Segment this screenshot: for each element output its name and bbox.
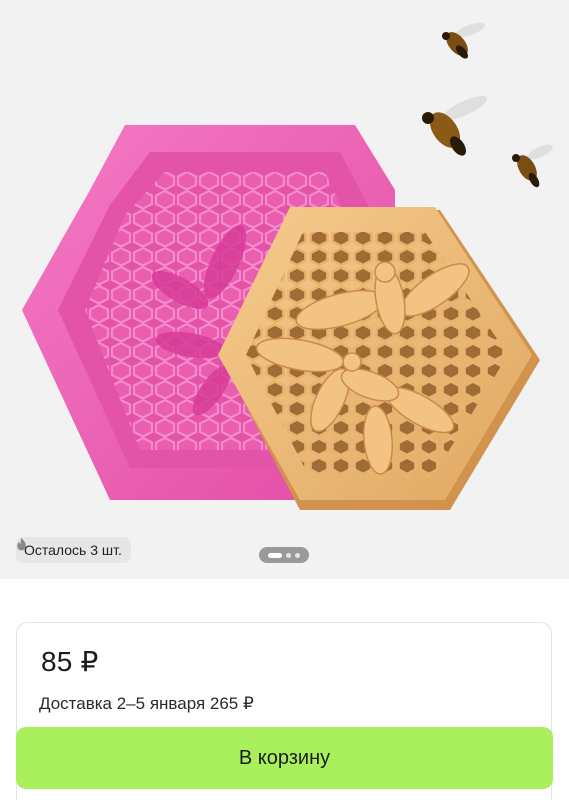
delivery-info: Доставка 2–5 января 265 ₽ bbox=[39, 694, 254, 713]
pagination-dot[interactable] bbox=[286, 552, 291, 558]
bee-2 bbox=[422, 96, 487, 156]
stock-label: Осталось 3 шт. bbox=[24, 542, 122, 558]
gallery-pagination[interactable] bbox=[259, 547, 309, 563]
product-photo bbox=[22, 22, 553, 510]
bee-1 bbox=[442, 22, 486, 59]
bee-3 bbox=[512, 144, 553, 188]
stock-badge: Осталось 3 шт. bbox=[16, 537, 131, 563]
pagination-dot[interactable] bbox=[295, 552, 300, 558]
fire-icon bbox=[17, 537, 26, 551]
pagination-dot-active[interactable] bbox=[268, 552, 282, 558]
product-image-gallery[interactable]: Осталось 3 шт. bbox=[0, 0, 569, 579]
price: 85 ₽ bbox=[41, 646, 99, 677]
add-to-cart-button[interactable]: В корзину bbox=[16, 727, 553, 789]
